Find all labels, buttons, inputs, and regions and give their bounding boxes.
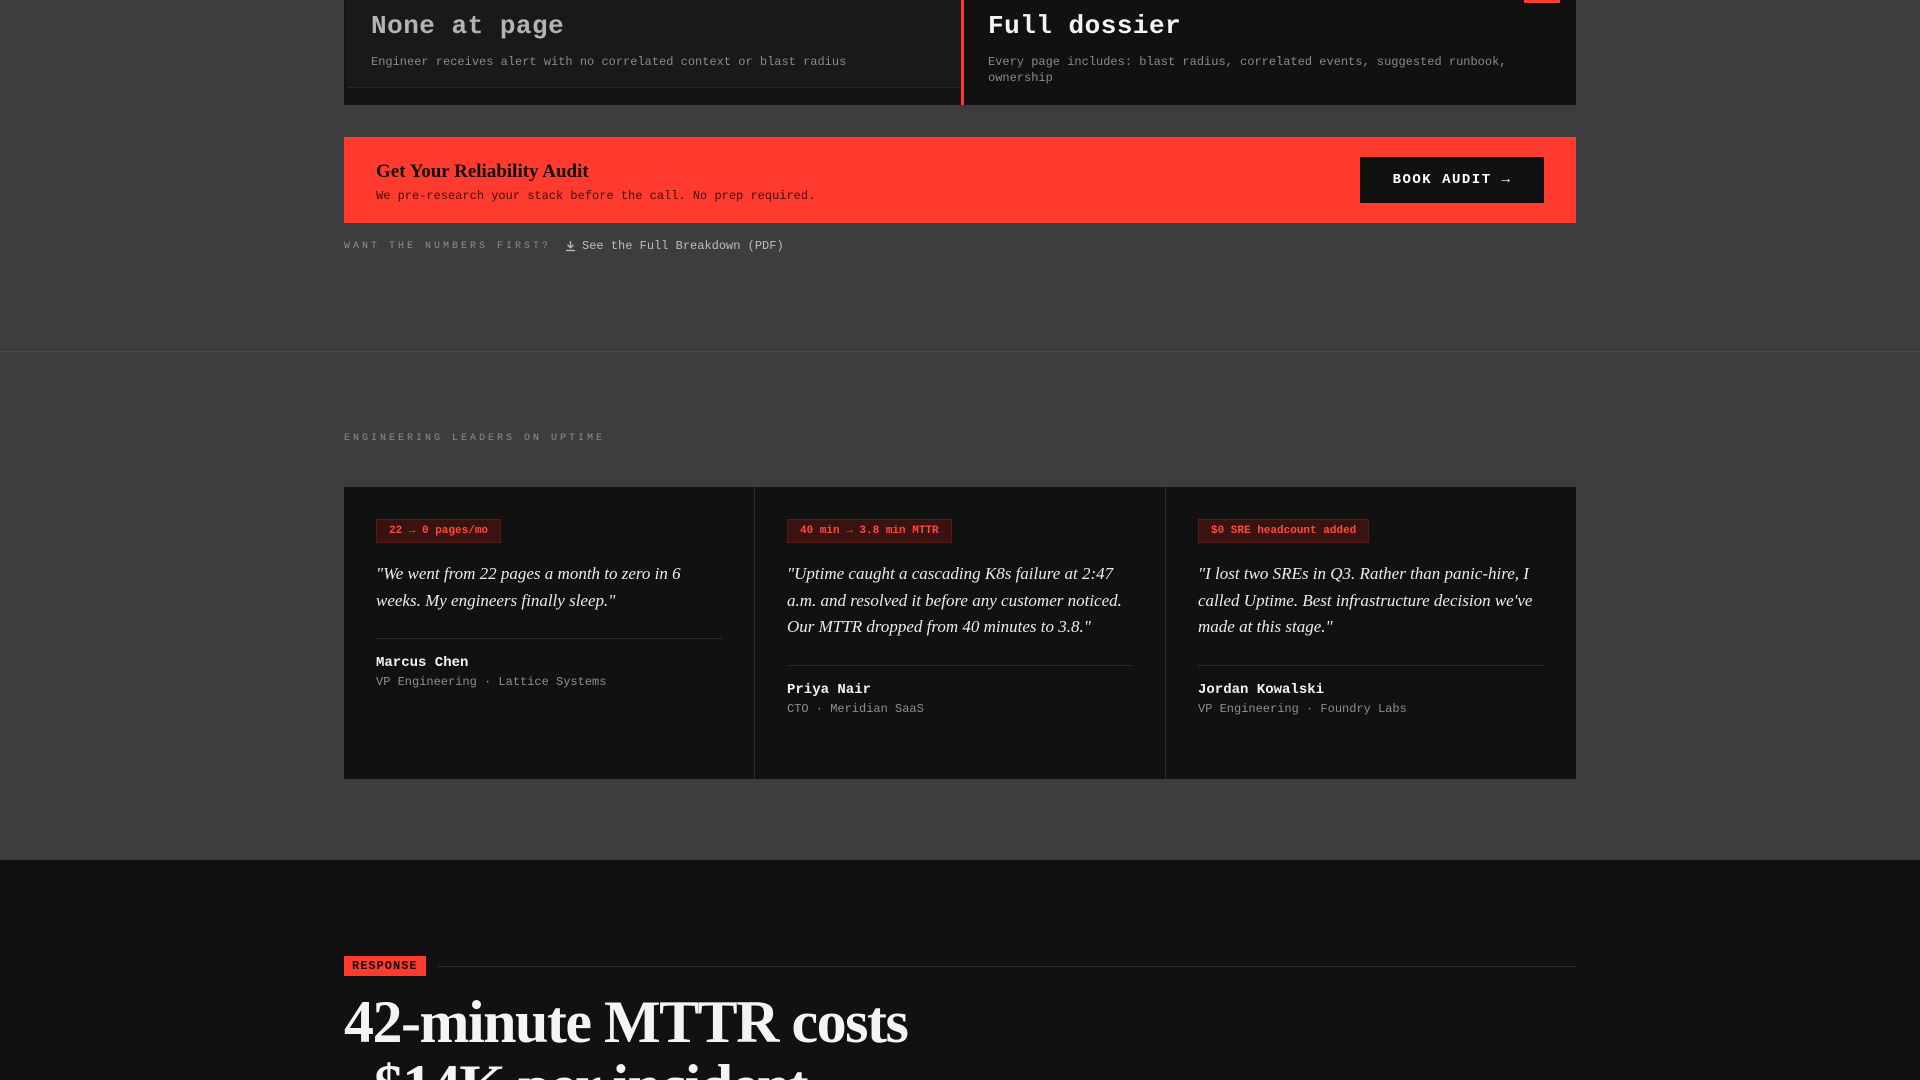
metric-badge: $0 SRE headcount added xyxy=(1198,519,1370,543)
response-headline: 42-minute MTTR costs ~$14K per incident xyxy=(344,989,909,1080)
numbers-row: WANT THE NUMBERS FIRST? See the Full Bre… xyxy=(344,239,784,253)
comparison-card-none-inner: None at page Engineer receives alert wit… xyxy=(347,0,961,88)
testimonial-card: 40 min → 3.8 min MTTR "Uptime caught a c… xyxy=(755,487,1166,779)
testimonial-role: VP Engineering · Foundry Labs xyxy=(1198,701,1407,716)
testimonial-card: $0 SRE headcount added "I lost two SREs … xyxy=(1166,487,1576,779)
testimonial-role: CTO · Meridian SaaS xyxy=(787,701,924,716)
comparison-card-description: Engineer receives alert with no correlat… xyxy=(371,55,847,69)
comparison-card-title: None at page xyxy=(371,11,565,41)
section-divider xyxy=(0,351,1920,352)
testimonial-quote: "I lost two SREs in Q3. Rather than pani… xyxy=(1198,561,1544,666)
response-header: RESPONSE xyxy=(344,956,1576,976)
book-audit-button[interactable]: BOOK AUDIT → xyxy=(1360,157,1544,203)
testimonials-section-label: ENGINEERING LEADERS ON UPTIME xyxy=(344,433,606,444)
testimonial-author: Marcus Chen xyxy=(376,655,469,671)
testimonial-role: VP Engineering · Lattice Systems xyxy=(376,675,607,689)
comparison-card-full: Full dossier Every page includes: blast … xyxy=(961,0,1576,105)
pdf-link-text: See the Full Breakdown (PDF) xyxy=(582,239,784,253)
testimonial-quote: "Uptime caught a cascading K8s failure a… xyxy=(787,561,1133,666)
audit-cta-banner: Get Your Reliability Audit We pre-resear… xyxy=(344,137,1576,223)
testimonial-quote: "We went from 22 pages a month to zero i… xyxy=(376,561,722,639)
pdf-breakdown-link[interactable]: See the Full Breakdown (PDF) xyxy=(565,239,784,253)
response-section: RESPONSE 42-minute MTTR costs ~$14K per … xyxy=(0,860,1920,1080)
comparison-cards: None at page Engineer receives alert wit… xyxy=(344,0,1576,105)
accent-tag xyxy=(1524,0,1560,3)
testimonial-card: 22 → 0 pages/mo "We went from 22 pages a… xyxy=(344,487,755,779)
response-badge: RESPONSE xyxy=(344,956,426,976)
comparison-card-title: Full dossier xyxy=(988,11,1182,41)
download-icon xyxy=(566,241,576,252)
page: None at page Engineer receives alert wit… xyxy=(0,0,1920,1080)
response-rule xyxy=(437,965,1576,967)
numbers-label: WANT THE NUMBERS FIRST? xyxy=(344,240,552,252)
testimonial-author: Jordan Kowalski xyxy=(1198,681,1325,698)
metric-badge: 22 → 0 pages/mo xyxy=(376,519,502,543)
comparison-card-description: Every page includes: blast radius, corre… xyxy=(988,55,1507,85)
metric-badge: 40 min → 3.8 min MTTR xyxy=(787,519,952,543)
comparison-card-none: None at page Engineer receives alert wit… xyxy=(344,0,961,105)
testimonials-grid: 22 → 0 pages/mo "We went from 22 pages a… xyxy=(344,487,1576,779)
testimonial-author: Priya Nair xyxy=(787,681,872,698)
